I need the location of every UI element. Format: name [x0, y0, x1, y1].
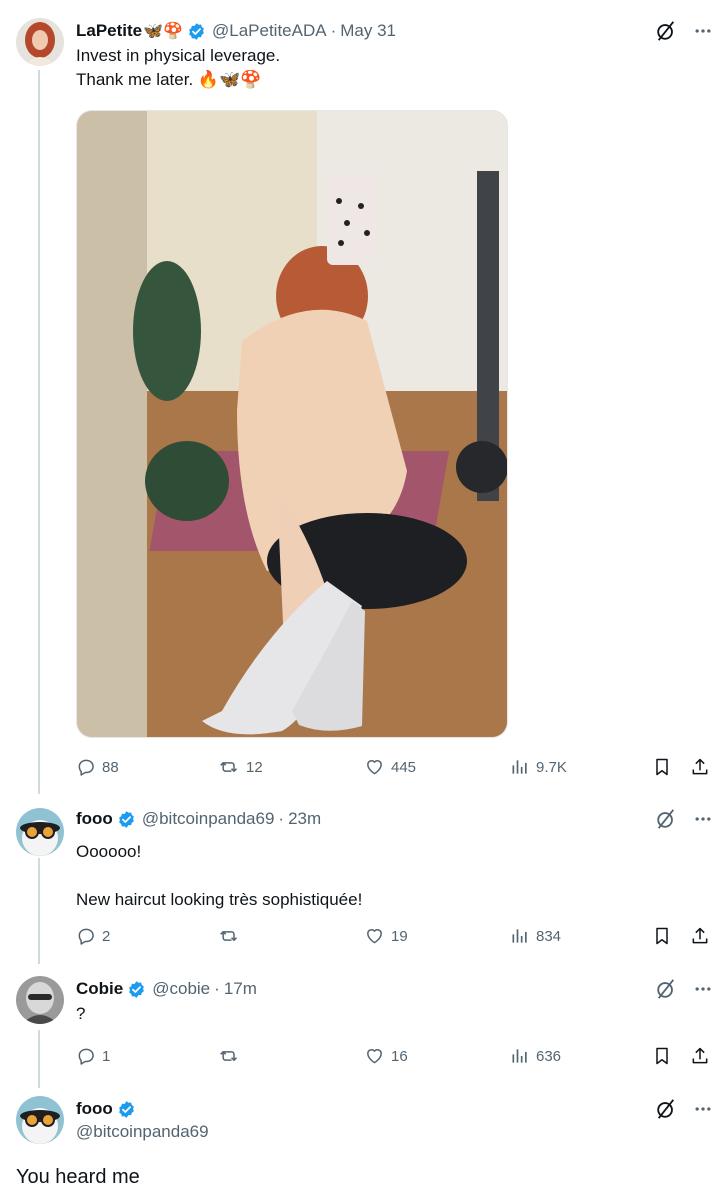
verified-icon: [118, 810, 134, 828]
share-icon: [692, 1047, 708, 1064]
tweet-text: Invest in physical leverage. Thank me la…: [76, 46, 281, 89]
avatar[interactable]: [16, 18, 64, 66]
avatar[interactable]: [16, 808, 64, 856]
handle[interactable]: @cobie: [152, 979, 210, 999]
retweet-button[interactable]: [218, 926, 246, 946]
reply-button[interactable]: 2: [76, 926, 110, 946]
separator-dot: ·: [214, 979, 220, 998]
more-icon[interactable]: [693, 21, 713, 41]
reply-button[interactable]: 88: [76, 757, 119, 777]
display-name[interactable]: Cobie: [76, 979, 123, 999]
tweet-header: fooo @bitcoinpanda69 · 23m: [76, 808, 709, 830]
like-button[interactable]: 16: [364, 1046, 408, 1066]
view-count: 636: [536, 1047, 562, 1065]
view-count: 9.7K: [536, 758, 567, 776]
bookmark-icon: [656, 927, 668, 945]
separator-dot: ·: [330, 21, 337, 40]
heart-icon: [367, 760, 382, 775]
display-name[interactable]: fooo: [76, 809, 113, 829]
timestamp[interactable]: 17m: [224, 979, 257, 999]
share-button[interactable]: [690, 926, 710, 946]
heart-icon: [367, 929, 382, 944]
handle[interactable]: @LaPetiteADA: [212, 21, 327, 41]
retweet-icon: [220, 762, 238, 772]
more-icon[interactable]: [693, 809, 713, 829]
display-name[interactable]: fooo: [76, 1099, 113, 1119]
like-count: 19: [391, 927, 408, 945]
more-icon[interactable]: [693, 979, 713, 999]
views-button[interactable]: 636: [510, 1046, 561, 1066]
view-count: 834: [536, 927, 562, 945]
separator-dot: ·: [278, 809, 285, 828]
reply-button[interactable]: 1: [76, 1046, 110, 1066]
verified-icon: [129, 980, 145, 998]
reply-count: 1: [102, 1047, 111, 1065]
timestamp[interactable]: May 31: [340, 21, 396, 41]
grok-icon[interactable]: [655, 978, 677, 1000]
handle[interactable]: @bitcoinpanda69: [142, 809, 275, 829]
like-count: 445: [391, 758, 417, 776]
share-button[interactable]: [690, 1046, 710, 1066]
avatar[interactable]: [16, 976, 64, 1024]
heart-icon: [367, 1049, 382, 1064]
tweet-actions: 88 12 445 9.7K: [76, 755, 713, 779]
tweet-header: Cobie @cobie · 17m: [76, 978, 709, 1000]
retweet-button[interactable]: 12: [218, 757, 263, 777]
tweet-text: Oooooo! New haircut looking très sophist…: [76, 842, 363, 909]
like-button[interactable]: 19: [364, 926, 408, 946]
views-button[interactable]: 834: [510, 926, 561, 946]
reply-icon: [78, 928, 94, 945]
like-count: 16: [391, 1047, 408, 1065]
handle[interactable]: @bitcoinpanda69: [76, 1122, 709, 1142]
bookmark-icon: [656, 758, 668, 776]
avatar[interactable]: [16, 1096, 64, 1144]
tweet-actions: 2 19 834: [76, 924, 713, 948]
analytics-icon: [512, 1049, 527, 1063]
display-name[interactable]: LaPetite: [76, 21, 142, 41]
share-icon: [692, 758, 708, 775]
grok-icon[interactable]: [655, 20, 677, 42]
tweet-text: ?: [76, 1004, 86, 1023]
tweet-photo[interactable]: [76, 110, 508, 738]
bookmark-button[interactable]: [652, 1046, 672, 1066]
tweet-actions: 1 16 636: [76, 1044, 713, 1068]
retweet-count: 12: [246, 758, 263, 776]
retweet-icon: [220, 931, 238, 941]
share-button[interactable]: [690, 757, 710, 777]
bookmark-icon: [656, 1047, 668, 1065]
verified-icon: [189, 22, 204, 40]
views-button[interactable]: 9.7K: [510, 757, 567, 777]
grok-icon[interactable]: [655, 808, 677, 830]
reply-count: 88: [102, 758, 119, 776]
more-icon[interactable]: [693, 1099, 713, 1119]
reply-icon: [78, 1048, 94, 1065]
grok-icon[interactable]: [655, 1098, 677, 1120]
bookmark-button[interactable]: [652, 757, 672, 777]
main-tweet-text: You heard me: [16, 1166, 140, 1188]
reply-count: 2: [102, 927, 111, 945]
timestamp[interactable]: 23m: [288, 809, 321, 829]
analytics-icon: [512, 760, 527, 774]
name-emojis: 🦋🍄: [143, 23, 183, 40]
tweet-header: LaPetite 🦋🍄 @LaPetiteADA · May 31: [76, 20, 709, 42]
share-icon: [692, 927, 708, 944]
bookmark-button[interactable]: [652, 926, 672, 946]
like-button[interactable]: 445: [364, 757, 416, 777]
tweet-lapetite[interactable]: LaPetite 🦋🍄 @LaPetiteADA · May 31 Invest…: [0, 0, 725, 790]
reply-icon: [78, 759, 94, 776]
retweet-button[interactable]: [218, 1046, 246, 1066]
analytics-icon: [512, 929, 527, 943]
verified-icon: [118, 1100, 134, 1118]
tweet-header: fooo: [76, 1098, 709, 1120]
retweet-icon: [220, 1051, 238, 1061]
